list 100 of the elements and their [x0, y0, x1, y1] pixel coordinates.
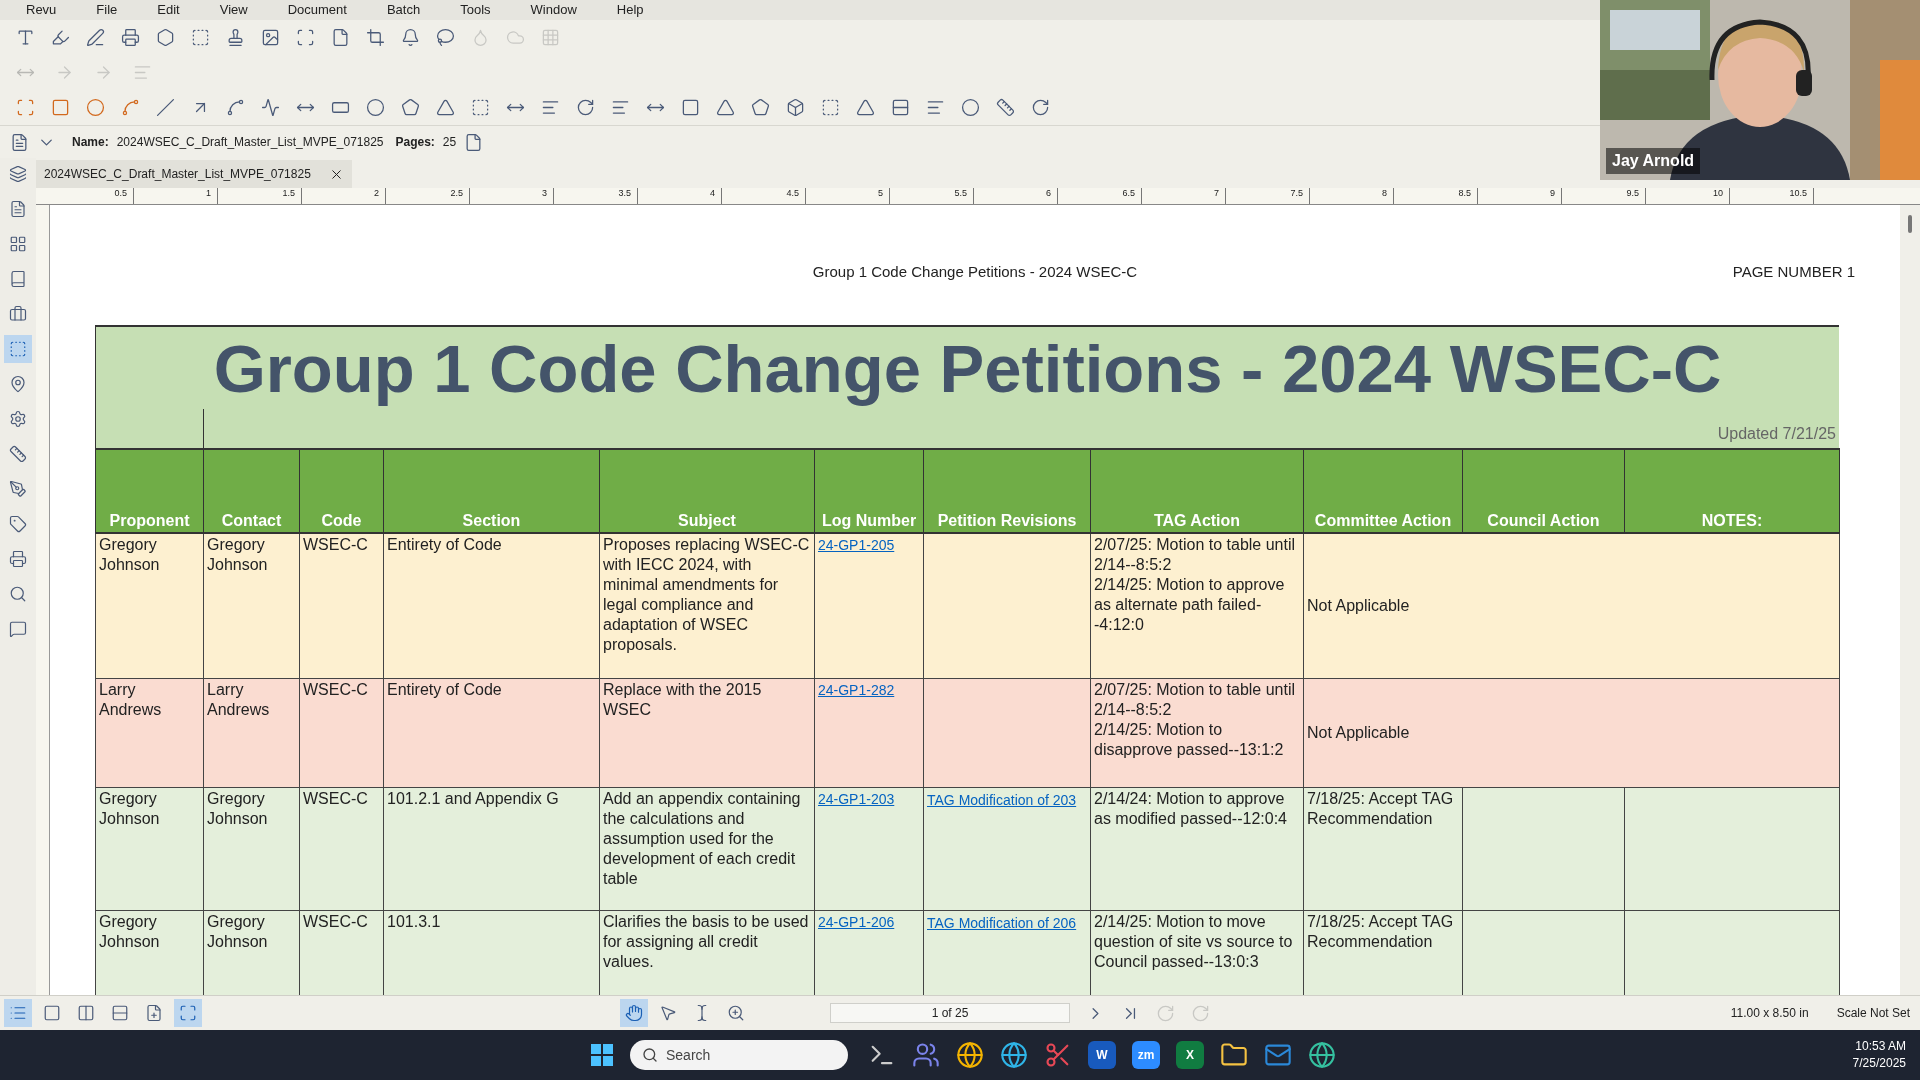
- add-page-icon[interactable]: [145, 1004, 163, 1022]
- column-header: NOTES:: [1624, 449, 1840, 533]
- document-name: 2024WSEC_C_Draft_Master_List_MVPE_071825: [116, 134, 384, 151]
- menu-item[interactable]: Help: [608, 0, 652, 20]
- menu-item[interactable]: Document: [279, 0, 355, 20]
- pin-icon[interactable]: [9, 375, 27, 393]
- app-icon[interactable]: W: [1088, 1041, 1116, 1069]
- ellipse-icon[interactable]: [366, 97, 385, 117]
- layers-icon[interactable]: [9, 165, 27, 183]
- table-cell: Gregory Johnson: [207, 789, 268, 827]
- columns-icon[interactable]: [77, 1004, 95, 1022]
- fit-tool[interactable]: [174, 999, 202, 1027]
- people-icon[interactable]: [912, 1041, 940, 1069]
- table-cell: Gregory Johnson: [99, 912, 160, 950]
- menu-item[interactable]: File: [88, 0, 126, 20]
- column-header: Subject: [599, 449, 815, 533]
- menu-item[interactable]: Edit: [149, 0, 188, 20]
- search-field[interactable]: Search: [630, 1040, 848, 1070]
- menu-item[interactable]: View: [211, 0, 256, 20]
- globe-icon[interactable]: [1000, 1041, 1028, 1069]
- highlighter-icon[interactable]: [51, 28, 70, 47]
- briefcase-icon[interactable]: [9, 305, 27, 323]
- ruler-label: 8.5: [1458, 188, 1471, 198]
- rotate-icon[interactable]: [576, 97, 595, 117]
- scrollbar-thumb[interactable]: [1908, 215, 1912, 233]
- image-icon[interactable]: [261, 28, 280, 47]
- book-icon[interactable]: [9, 270, 27, 288]
- hand-tool[interactable]: [620, 999, 648, 1027]
- ruler-label: 6.5: [1122, 188, 1135, 198]
- hand-icon[interactable]: [625, 1004, 643, 1022]
- tag-icon[interactable]: [9, 515, 27, 533]
- search-icon[interactable]: [9, 585, 27, 603]
- table-cell: WSEC-C: [303, 536, 368, 553]
- menu-item[interactable]: Tools: [452, 0, 499, 20]
- table-cell: Entirety of Code: [387, 536, 502, 553]
- comment-icon[interactable]: [9, 620, 27, 638]
- ruler-label: 6: [1046, 188, 1051, 198]
- thumbnails-icon[interactable]: [9, 235, 27, 253]
- settings-icon[interactable]: [9, 410, 27, 428]
- fit-icon[interactable]: [179, 1004, 197, 1022]
- tag-action-entry: 2/07/25: Motion to table until 2/14--8:5:2: [1094, 679, 1297, 720]
- polyline-icon[interactable]: [261, 97, 280, 117]
- rows-icon[interactable]: [111, 1004, 129, 1022]
- app-icon[interactable]: X: [1176, 1041, 1204, 1069]
- page-header: Group 1 Code Change Petitions - 2024 WSEC-C: [812, 262, 1138, 281]
- log-number-link[interactable]: 24-GP1-203: [818, 790, 895, 807]
- globe-icon[interactable]: [1308, 1041, 1336, 1069]
- ruler-icon[interactable]: [9, 445, 27, 463]
- stamp-icon[interactable]: [226, 28, 245, 47]
- column-header: TAG Action: [1090, 449, 1304, 533]
- log-number-link[interactable]: 24-GP1-206: [818, 913, 895, 930]
- zoom-icon[interactable]: [727, 1004, 745, 1022]
- table-cell: Larry Andrews: [207, 680, 270, 718]
- bell-icon[interactable]: [401, 28, 420, 47]
- log-number-link[interactable]: 24-GP1-205: [818, 537, 895, 553]
- list-tool[interactable]: [4, 999, 32, 1027]
- table-cell: WSEC-C: [303, 680, 368, 698]
- document-tab[interactable]: 2024WSEC_C_Draft_Master_List_MVPE_071825: [36, 160, 352, 188]
- page-icon[interactable]: [331, 28, 350, 47]
- revision-link[interactable]: TAG Modification of 203: [927, 788, 1087, 811]
- ruler-label: 9.5: [1626, 188, 1639, 198]
- menu-item[interactable]: Window: [522, 0, 585, 20]
- list-icon[interactable]: [9, 1004, 27, 1022]
- scale-status[interactable]: Scale Not Set: [1836, 1004, 1910, 1022]
- menu-item[interactable]: Revu: [18, 0, 65, 20]
- table-cell: WSEC-C: [303, 789, 368, 807]
- printer-icon[interactable]: [121, 28, 140, 47]
- page-number-field[interactable]: 1 of 25: [830, 1003, 1070, 1023]
- log-number-link[interactable]: 24-GP1-282: [818, 681, 895, 698]
- table-cell: 7/18/25: Accept TAG Recommendation: [1307, 789, 1454, 827]
- ruler-label: 10.5: [1789, 188, 1807, 198]
- ruler-label: 5: [878, 188, 883, 198]
- globe-icon[interactable]: [956, 1041, 984, 1069]
- document-icon[interactable]: [10, 132, 29, 152]
- printer-icon[interactable]: [9, 550, 27, 568]
- start-icon[interactable]: [590, 1043, 614, 1067]
- ruler-icon[interactable]: [996, 97, 1015, 117]
- table-cell: 101.2.1 and Appendix G: [387, 789, 559, 807]
- table-cell: Add an appendix containing the calculations and assumption used for the development of each credit table: [603, 789, 801, 887]
- select-icon[interactable]: [16, 97, 35, 117]
- lasso-icon[interactable]: [436, 28, 455, 47]
- single-page-icon[interactable]: [43, 1004, 61, 1022]
- pen-icon[interactable]: [86, 28, 105, 47]
- pen-icon[interactable]: [9, 480, 27, 498]
- selection-icon[interactable]: [9, 340, 27, 358]
- menu-item[interactable]: Batch: [378, 0, 429, 20]
- line-icon[interactable]: [156, 97, 175, 117]
- document-icon[interactable]: [9, 200, 27, 218]
- pointer-icon[interactable]: [659, 1004, 677, 1022]
- column-header: Petition Revisions: [923, 449, 1091, 533]
- rows-icon[interactable]: [891, 97, 910, 117]
- selection-tool[interactable]: [4, 335, 32, 363]
- volume-icon[interactable]: [786, 97, 805, 117]
- crop-icon[interactable]: [366, 28, 385, 47]
- tag-action-entry: 2/14/25: Motion to move question of site vs source to Council passed--13:0:3: [1094, 911, 1294, 972]
- polygon-icon[interactable]: [401, 97, 420, 117]
- table-cell: Replace with the 2015 WSEC: [603, 680, 762, 718]
- text-box-icon[interactable]: [16, 28, 35, 47]
- column-header: Contact: [203, 449, 300, 533]
- table-cell: Gregory Johnson: [99, 789, 160, 827]
